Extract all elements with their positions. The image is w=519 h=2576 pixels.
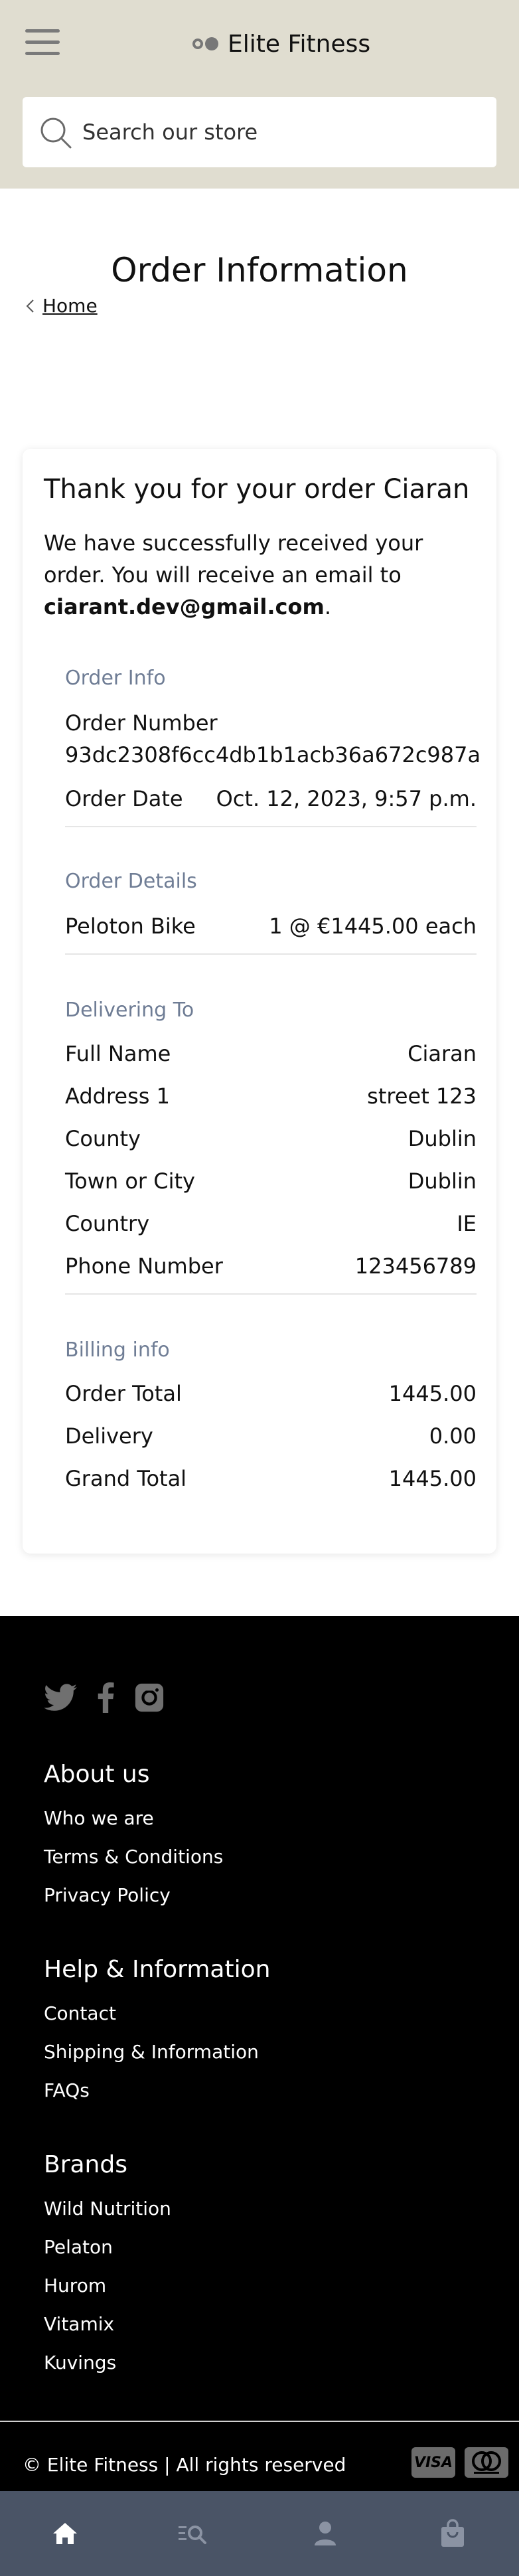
chevron-left-icon <box>26 299 34 313</box>
footer-link[interactable]: Privacy Policy <box>44 1884 171 1906</box>
delivery-label: Town or City <box>65 1168 195 1194</box>
footer-about-heading: About us <box>44 1761 150 1788</box>
social-links <box>44 1682 185 1713</box>
delivery-label: County <box>65 1126 141 1151</box>
home-icon[interactable] <box>44 2512 86 2555</box>
delivery-row: Phone Number 123456789 <box>65 1253 477 1279</box>
facebook-icon[interactable] <box>97 1682 114 1713</box>
footer-help-heading: Help & Information <box>44 1956 271 1983</box>
delivery-label: Phone Number <box>65 1253 223 1279</box>
billing-row: Order Total 1445.00 <box>65 1381 477 1406</box>
confirmation-message-text: We have successfully received your order… <box>44 530 423 588</box>
footer-link[interactable]: Vitamix <box>44 2313 114 2335</box>
breadcrumb: Home <box>25 295 98 317</box>
copyright-text: © Elite Fitness | All rights reserved <box>23 2454 346 2476</box>
hamburger-menu-icon[interactable] <box>25 29 62 58</box>
brand-logo-icon <box>192 37 218 50</box>
order-number-label: Order Number <box>65 710 218 736</box>
divider <box>65 953 477 955</box>
order-item-qty: 1 @ €1445.00 each <box>269 914 477 939</box>
confirmation-message-end: . <box>324 594 332 619</box>
mastercard-icon <box>465 2447 508 2478</box>
site-header: Elite Fitness <box>0 0 519 189</box>
order-item-name: Peloton Bike <box>65 914 196 939</box>
page-title: Order Information <box>111 251 408 289</box>
instagram-icon[interactable] <box>134 1682 165 1713</box>
footer-link[interactable]: Kuvings <box>44 2352 116 2374</box>
footer-link[interactable]: Who we are <box>44 1807 154 1829</box>
thank-you-heading: Thank you for your order Ciaran <box>44 474 470 505</box>
delivery-row: Address 1 street 123 <box>65 1084 477 1109</box>
twitter-icon[interactable] <box>44 1684 77 1712</box>
visa-icon: VISA <box>411 2447 455 2478</box>
delivery-value: street 123 <box>367 1084 477 1109</box>
site-footer: About us Who we are Terms & Conditions P… <box>0 1616 519 2491</box>
order-card: Thank you for your order Ciaran We have … <box>23 449 496 1554</box>
order-details-title: Order Details <box>65 870 197 893</box>
footer-divider <box>0 2421 519 2422</box>
order-date-value: Oct. 12, 2023, 9:57 p.m. <box>216 786 477 811</box>
delivery-row: Country IE <box>65 1211 477 1236</box>
search-bar <box>23 97 496 167</box>
delivery-value: Dublin <box>408 1126 477 1151</box>
billing-label: Order Total <box>65 1381 182 1406</box>
search-input[interactable] <box>82 116 481 149</box>
billing-row: Delivery 0.00 <box>65 1423 477 1449</box>
confirmation-email: ciarant.dev@gmail.com <box>44 594 325 619</box>
delivery-row: Town or City Dublin <box>65 1168 477 1194</box>
footer-link[interactable]: Terms & Conditions <box>44 1846 223 1868</box>
account-icon[interactable] <box>304 2512 346 2555</box>
billing-value: 1445.00 <box>388 1466 477 1491</box>
order-number-value: 93dc2308f6cc4db1b1acb36a672c987a <box>65 742 481 767</box>
delivery-label: Country <box>65 1211 150 1236</box>
delivery-value: Ciaran <box>408 1041 477 1066</box>
billing-value: 0.00 <box>429 1423 477 1449</box>
delivery-value: Dublin <box>408 1168 477 1194</box>
footer-link[interactable]: Contact <box>44 2002 116 2024</box>
brand-logo-link[interactable]: Elite Fitness <box>192 27 370 61</box>
delivery-value: 123456789 <box>354 1253 477 1279</box>
delivery-row: County Dublin <box>65 1126 477 1151</box>
breadcrumb-home-link[interactable]: Home <box>42 295 98 317</box>
delivery-label: Full Name <box>65 1041 171 1066</box>
delivery-row: Full Name Ciaran <box>65 1041 477 1066</box>
billing-row: Grand Total 1445.00 <box>65 1466 477 1491</box>
footer-link[interactable]: Pelaton <box>44 2236 113 2258</box>
delivery-value: IE <box>457 1211 477 1236</box>
bag-icon[interactable] <box>431 2512 474 2555</box>
footer-link[interactable]: Hurom <box>44 2275 106 2296</box>
divider <box>65 826 477 827</box>
bottom-nav <box>0 2491 519 2576</box>
footer-link[interactable]: Wild Nutrition <box>44 2198 171 2219</box>
order-date-label: Order Date <box>65 786 183 811</box>
search-icon[interactable] <box>37 114 74 151</box>
delivery-label: Address 1 <box>65 1084 170 1109</box>
billing-info-title: Billing info <box>65 1338 170 1362</box>
order-item-row: Peloton Bike 1 @ €1445.00 each <box>65 914 477 939</box>
billing-label: Delivery <box>65 1423 153 1449</box>
footer-link[interactable]: FAQs <box>44 2079 90 2101</box>
brand-name: Elite Fitness <box>228 30 371 58</box>
delivering-to-title: Delivering To <box>65 999 194 1022</box>
divider <box>65 1293 477 1295</box>
confirmation-message: We have successfully received your order… <box>44 527 482 623</box>
order-info-title: Order Info <box>65 667 166 690</box>
footer-link[interactable]: Shipping & Information <box>44 2041 259 2063</box>
order-date-row: Order Date Oct. 12, 2023, 9:57 p.m. <box>65 786 477 811</box>
footer-brands-heading: Brands <box>44 2151 127 2178</box>
search-list-icon[interactable] <box>171 2512 214 2555</box>
billing-value: 1445.00 <box>388 1381 477 1406</box>
billing-label: Grand Total <box>65 1466 187 1491</box>
